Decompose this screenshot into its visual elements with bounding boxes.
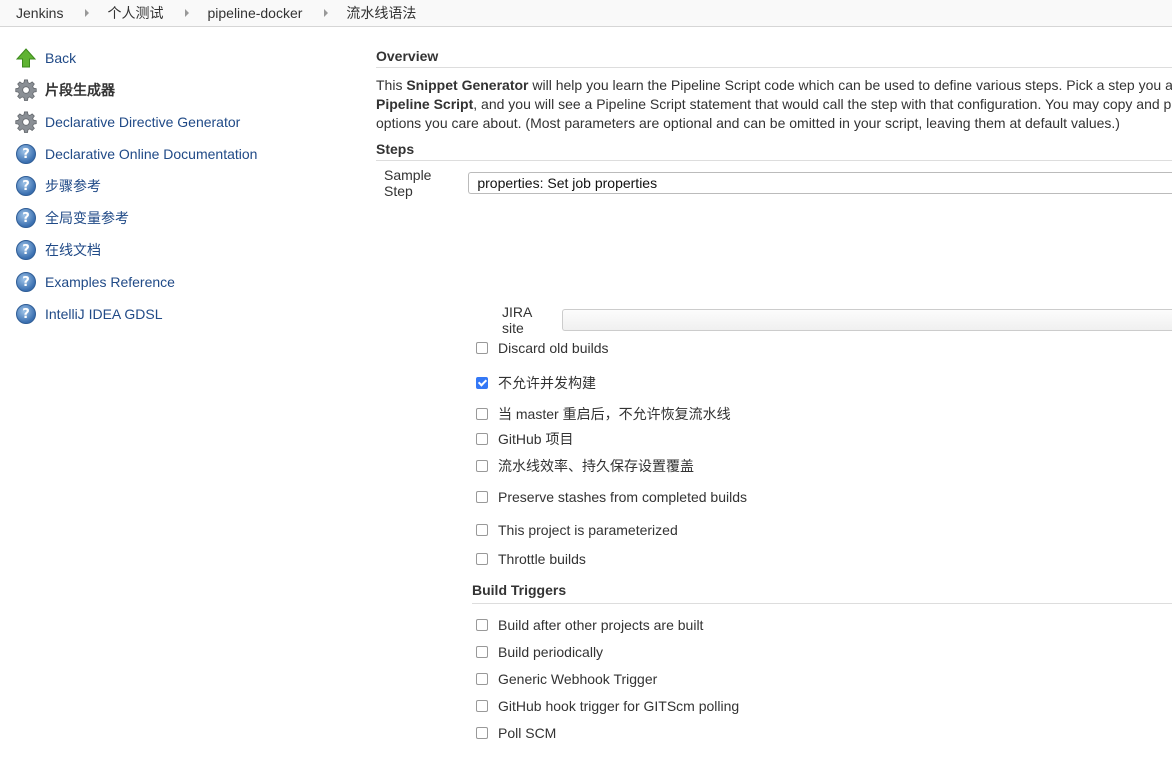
sample-step-select[interactable]: properties: Set job properties: [468, 172, 1172, 194]
checkbox[interactable]: [476, 700, 488, 712]
overview-text-part: will help you learn the Pipeline Script …: [528, 77, 1172, 93]
breadcrumb-folder[interactable]: 个人测试: [107, 3, 163, 23]
steps-heading: Steps: [376, 141, 1172, 161]
overview-heading: Overview: [376, 48, 1172, 68]
option-label: 不允许并发构建: [498, 375, 596, 391]
checkbox[interactable]: [476, 673, 488, 685]
task-global-vars[interactable]: ? 全局变量参考: [14, 202, 344, 234]
checkbox[interactable]: [476, 491, 488, 503]
checkbox[interactable]: [476, 727, 488, 739]
trigger-github-hook[interactable]: GitHub hook trigger for GITScm polling: [476, 698, 739, 714]
help-icon: ?: [14, 142, 38, 166]
gear-icon: [14, 110, 38, 134]
option-label: 当 master 重启后，不允许恢复流水线: [498, 406, 731, 422]
breadcrumb: Jenkins 个人测试 pipeline-docker 流水线语法: [0, 0, 1172, 27]
task-label[interactable]: 步骤参考: [45, 176, 101, 196]
help-icon: ?: [14, 174, 38, 198]
side-panel: Back 片段生成器 Declarative Directive Generat…: [14, 42, 344, 330]
chevron-right-icon[interactable]: [85, 9, 90, 17]
task-directive-generator[interactable]: Declarative Directive Generator: [14, 106, 344, 138]
jira-site-label: JIRA site: [502, 304, 532, 336]
option-label: Throttle builds: [498, 551, 586, 567]
build-triggers-heading: Build Triggers: [472, 582, 1172, 604]
checkbox[interactable]: [476, 553, 488, 565]
chevron-right-icon[interactable]: [185, 9, 190, 17]
gear-icon: [14, 78, 38, 102]
checkbox[interactable]: [476, 377, 488, 389]
task-label[interactable]: 片段生成器: [45, 80, 115, 100]
checkbox[interactable]: [476, 408, 488, 420]
option-label: Poll SCM: [498, 725, 557, 741]
checkbox[interactable]: [476, 619, 488, 631]
task-online-docs[interactable]: ? 在线文档: [14, 234, 344, 266]
task-label[interactable]: Declarative Directive Generator: [45, 114, 240, 130]
help-icon: ?: [14, 206, 38, 230]
option-label: Build periodically: [498, 644, 604, 660]
task-declarative-docs[interactable]: ? Declarative Online Documentation: [14, 138, 344, 170]
task-label[interactable]: IntelliJ IDEA GDSL: [45, 306, 163, 322]
checkbox[interactable]: [476, 433, 488, 445]
overview-text-part: This: [376, 77, 407, 93]
checkbox[interactable]: [476, 646, 488, 658]
checkbox[interactable]: [476, 524, 488, 536]
sample-step-label: Sample Step: [384, 167, 432, 199]
option-label: GitHub hook trigger for GITScm polling: [498, 698, 740, 714]
option-label: Generic Webhook Trigger: [498, 671, 658, 687]
jira-site-row: JIRA site: [502, 304, 1172, 336]
option-durability-override[interactable]: 流水线效率、持久保存设置覆盖: [476, 456, 694, 476]
option-label: Discard old builds: [498, 340, 609, 356]
breadcrumb-page[interactable]: 流水线语法: [346, 3, 416, 23]
trigger-generic-webhook[interactable]: Generic Webhook Trigger: [476, 671, 657, 687]
option-preserve-stashes[interactable]: Preserve stashes from completed builds: [476, 489, 747, 505]
chevron-right-icon[interactable]: [324, 9, 329, 17]
task-label[interactable]: 全局变量参考: [45, 208, 129, 228]
option-parameterized[interactable]: This project is parameterized: [476, 522, 678, 538]
help-icon: ?: [14, 270, 38, 294]
checkbox[interactable]: [476, 342, 488, 354]
task-back[interactable]: Back: [14, 42, 344, 74]
task-label[interactable]: Back: [45, 50, 76, 66]
jira-site-select[interactable]: [562, 309, 1172, 331]
option-disable-resume[interactable]: 当 master 重启后，不允许恢复流水线: [476, 404, 731, 424]
trigger-poll-scm[interactable]: Poll SCM: [476, 725, 556, 741]
breadcrumb-jenkins[interactable]: Jenkins: [16, 5, 63, 21]
overview-text-bold: Snippet Generator: [406, 77, 529, 93]
overview-text-part: options you care about. (Most parameters…: [376, 115, 1120, 131]
option-discard-old-builds[interactable]: Discard old builds: [476, 340, 609, 356]
trigger-periodically[interactable]: Build periodically: [476, 644, 603, 660]
task-label[interactable]: 在线文档: [45, 240, 101, 260]
breadcrumb-job[interactable]: pipeline-docker: [207, 5, 302, 21]
overview-text: This Snippet Generator will help you lea…: [376, 76, 1172, 133]
task-label[interactable]: Examples Reference: [45, 274, 175, 290]
up-arrow-icon: [14, 46, 38, 70]
overview-text-part: , and you will see a Pipeline Script sta…: [473, 96, 1172, 112]
main-panel: Overview This Snippet Generator will hel…: [376, 48, 1172, 199]
task-gdsl[interactable]: ? IntelliJ IDEA GDSL: [14, 298, 344, 330]
option-label: This project is parameterized: [498, 522, 678, 538]
option-label: GitHub 项目: [498, 431, 574, 447]
checkbox[interactable]: [476, 460, 488, 472]
task-label[interactable]: Declarative Online Documentation: [45, 146, 257, 162]
sample-step-row: Sample Step properties: Set job properti…: [384, 167, 1172, 199]
option-throttle-builds[interactable]: Throttle builds: [476, 551, 586, 567]
option-github-project[interactable]: GitHub 项目: [476, 429, 573, 449]
task-snippet-generator[interactable]: 片段生成器: [14, 74, 344, 106]
overview-text-bold: Pipeline Script: [376, 96, 474, 112]
option-label: 流水线效率、持久保存设置覆盖: [498, 458, 694, 474]
option-label: Build after other projects are built: [498, 617, 704, 633]
task-step-reference[interactable]: ? 步骤参考: [14, 170, 344, 202]
help-icon: ?: [14, 302, 38, 326]
option-disable-concurrent[interactable]: 不允许并发构建: [476, 373, 596, 393]
trigger-after-other-projects[interactable]: Build after other projects are built: [476, 617, 703, 633]
sample-step-value: properties: Set job properties: [477, 175, 658, 191]
help-icon: ?: [14, 238, 38, 262]
option-label: Preserve stashes from completed builds: [498, 489, 747, 505]
task-examples[interactable]: ? Examples Reference: [14, 266, 344, 298]
